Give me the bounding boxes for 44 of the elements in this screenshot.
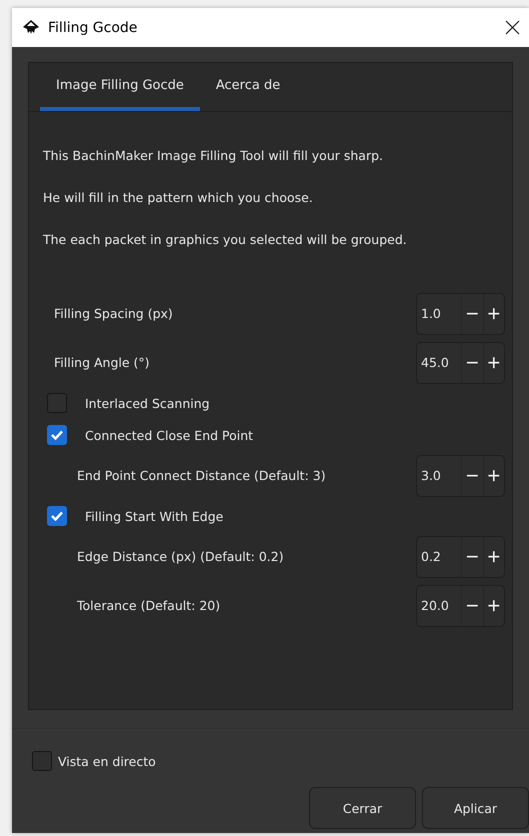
check-icon (51, 430, 63, 440)
value-input[interactable]: 20.0 (417, 586, 461, 626)
spin-field[interactable]: 0.2 − + (416, 536, 505, 578)
checkbox-label: Vista en directo (58, 754, 157, 768)
checkbox[interactable] (47, 425, 67, 445)
checkbox-label: Connected Close End Point (85, 428, 254, 442)
increment-button[interactable]: + (482, 586, 504, 626)
option-label: Edge Distance (px) (Default: 0.2) (77, 549, 285, 564)
spin-field[interactable]: 1.0 − + (416, 292, 505, 334)
value-input[interactable]: 0.2 (417, 536, 461, 576)
decrement-button[interactable]: − (461, 586, 482, 626)
checkbox[interactable] (47, 506, 67, 526)
decrement-button[interactable]: − (461, 294, 482, 334)
tab[interactable]: Image Filling Gocde (40, 63, 200, 111)
description-text: He will fill in the pattern which you choose. (43, 190, 314, 206)
checkbox-label: Filling Start With Edge (85, 508, 224, 524)
checkbox[interactable] (47, 393, 67, 413)
check-icon (51, 511, 63, 521)
increment-button[interactable]: + (482, 342, 504, 382)
dialog-button[interactable]: Aplicar (422, 787, 529, 829)
dialog-button[interactable]: Cerrar (309, 787, 416, 829)
option-label: Tolerance (Default: 20) (77, 598, 222, 613)
decrement-button[interactable]: − (461, 456, 482, 496)
spin-field[interactable]: 45.0 − + (416, 342, 505, 384)
decrement-button[interactable]: − (461, 536, 482, 576)
tab[interactable]: Acerca de (200, 63, 296, 111)
app-icon (22, 18, 40, 36)
spin-field[interactable]: 20.0 − + (416, 584, 505, 626)
value-input[interactable]: 3.0 (417, 456, 461, 496)
value-input[interactable]: 45.0 (417, 342, 461, 382)
option-label: Filling Spacing (px) (54, 306, 174, 321)
window-title: Filling Gcode (48, 20, 138, 36)
description-text: This BachinMaker Image Filling Tool will fill your sharp. (43, 148, 384, 164)
option-label: End Point Connect Distance (Default: 3) (77, 468, 327, 483)
checkbox-label: Interlaced Scanning (85, 396, 210, 410)
increment-button[interactable]: + (482, 536, 504, 576)
value-input[interactable]: 1.0 (417, 294, 461, 334)
increment-button[interactable]: + (482, 294, 504, 334)
increment-button[interactable]: + (482, 456, 504, 496)
decrement-button[interactable]: − (461, 342, 482, 382)
option-label: Filling Angle (°) (54, 355, 151, 370)
checkbox[interactable] (32, 751, 52, 771)
description-text: The each packet in graphics you selected will be grouped. (43, 232, 408, 248)
spin-field[interactable]: 3.0 − + (416, 454, 505, 496)
